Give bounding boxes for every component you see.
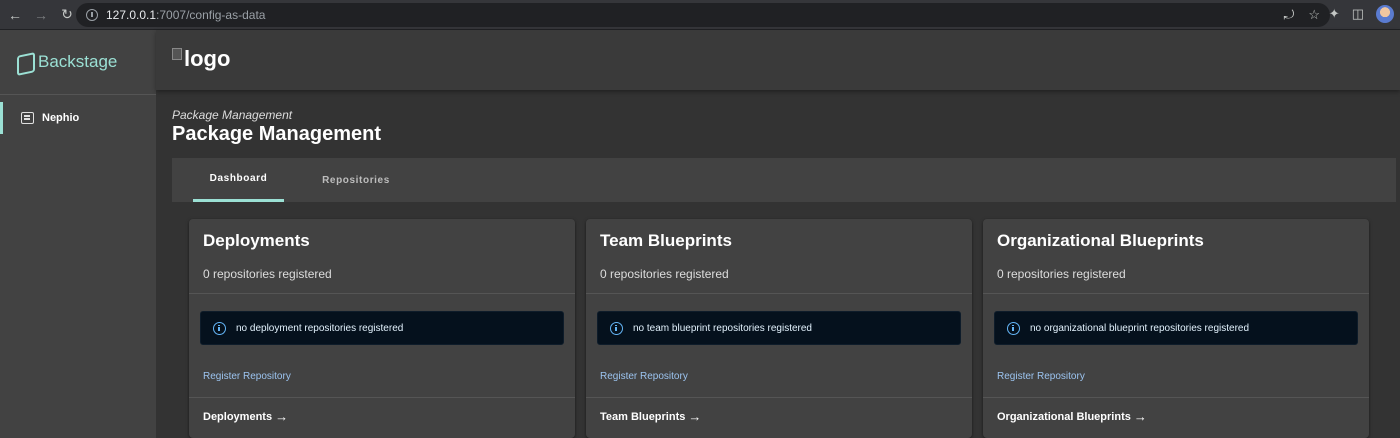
brand-label: Backstage: [38, 52, 118, 71]
logo-image: logo: [172, 46, 230, 72]
card-divider: [586, 293, 972, 294]
card-subtitle: 0 repositories registered: [203, 267, 332, 281]
register-repository-link[interactable]: Register Repository: [997, 371, 1085, 382]
profile-avatar[interactable]: [1376, 5, 1394, 23]
forward-arrow-icon[interactable]: →: [30, 4, 52, 26]
footer-link-label: Team Blueprints: [600, 410, 686, 423]
card-title: Organizational Blueprints: [997, 231, 1204, 250]
info-alert: no organizational blueprint repositories…: [994, 311, 1358, 345]
register-repository-link[interactable]: Register Repository: [600, 371, 688, 382]
organizational-blueprints-link[interactable]: Organizational Blueprints →: [997, 409, 1147, 424]
card-divider: [586, 397, 972, 398]
info-icon: [1007, 321, 1020, 335]
card-divider: [983, 397, 1369, 398]
tab-repositories[interactable]: Repositories: [306, 158, 406, 202]
info-icon: [610, 321, 623, 335]
library-books-icon: [21, 112, 34, 124]
share-icon[interactable]: ⤾: [1284, 7, 1295, 23]
alert-text: no organizational blueprint repositories…: [1030, 322, 1250, 334]
logo-alt-text: logo: [184, 46, 231, 71]
sidebar: Backstage Nephio: [0, 30, 156, 438]
breadcrumb: Package Management: [172, 108, 293, 122]
header-band: logo: [156, 30, 1400, 90]
reload-icon[interactable]: ↻: [56, 4, 78, 26]
broken-image-icon: [172, 48, 182, 60]
info-alert: no team blueprint repositories registere…: [597, 311, 961, 345]
arrow-right-icon: →: [275, 409, 289, 424]
deployments-card: Deployments 0 repositories registered no…: [189, 219, 575, 438]
sidebar-divider: [0, 94, 156, 95]
alert-text: no deployment repositories registered: [236, 322, 404, 334]
register-repository-link[interactable]: Register Repository: [203, 371, 291, 382]
page-title: Package Management: [172, 123, 381, 145]
tab-bar: Dashboard Repositories: [172, 158, 1396, 202]
organizational-blueprints-card: Organizational Blueprints 0 repositories…: [983, 219, 1369, 438]
backstage-icon: [16, 53, 32, 71]
card-divider: [189, 397, 575, 398]
arrow-right-icon: →: [688, 409, 702, 424]
footer-link-label: Deployments: [203, 410, 273, 423]
card-subtitle: 0 repositories registered: [997, 267, 1126, 281]
bookmark-star-icon[interactable]: ☆: [1308, 7, 1320, 23]
tab-dashboard[interactable]: Dashboard: [193, 158, 284, 202]
arrow-right-icon: →: [1133, 409, 1147, 424]
back-arrow-icon[interactable]: ←: [4, 4, 26, 26]
brand-logo[interactable]: Backstage: [16, 52, 117, 72]
extensions-icon[interactable]: ✦: [1329, 6, 1340, 22]
info-icon: [213, 321, 226, 335]
footer-link-label: Organizational Blueprints: [997, 410, 1131, 423]
card-divider: [189, 293, 575, 294]
card-title: Team Blueprints: [600, 231, 732, 250]
sidebar-item-nephio[interactable]: Nephio: [0, 102, 156, 134]
side-panel-icon[interactable]: ◫: [1352, 6, 1364, 22]
url-path: :7007/config-as-data: [156, 8, 266, 22]
info-alert: no deployment repositories registered: [200, 311, 564, 345]
deployments-link[interactable]: Deployments →: [203, 409, 288, 424]
sidebar-item-label: Nephio: [42, 112, 80, 124]
alert-text: no team blueprint repositories registere…: [633, 322, 812, 334]
team-blueprints-card: Team Blueprints 0 repositories registere…: [586, 219, 972, 438]
card-divider: [983, 293, 1369, 294]
url-host: 127.0.0.1: [106, 8, 157, 22]
card-subtitle: 0 repositories registered: [600, 267, 729, 281]
card-title: Deployments: [203, 231, 310, 250]
browser-toolbar: ← → ↻ 127.0.0.1:7007/config-as-data ⤾ ☆ …: [0, 0, 1400, 30]
site-info-icon[interactable]: [86, 9, 98, 21]
address-bar[interactable]: 127.0.0.1:7007/config-as-data ⤾ ☆: [76, 3, 1330, 27]
team-blueprints-link[interactable]: Team Blueprints →: [600, 409, 701, 424]
